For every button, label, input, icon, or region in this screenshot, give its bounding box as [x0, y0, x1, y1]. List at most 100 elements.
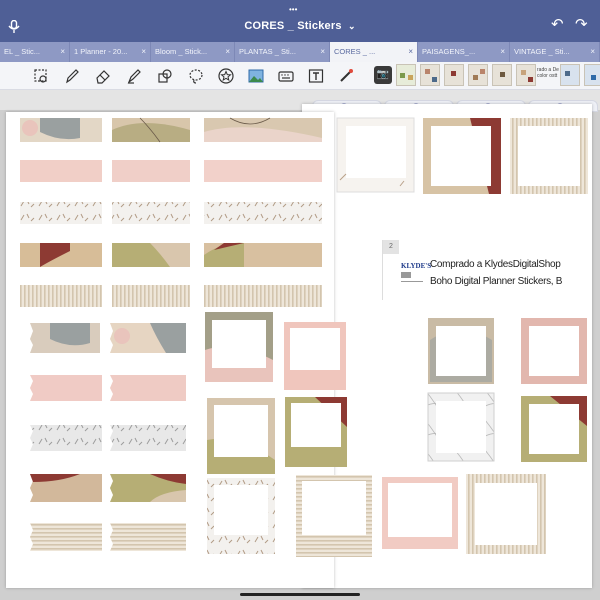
washi-tape[interactable]	[112, 160, 190, 182]
tab-vintage-stickers[interactable]: VINTAGE _ Sti... ×	[510, 42, 600, 62]
highlighter-icon[interactable]	[126, 68, 142, 84]
document-tabs: EL _ Stic... × 1 Planner - 20... × Bloom _…	[0, 42, 600, 62]
washi-tape[interactable]	[20, 118, 102, 142]
lasso-icon[interactable]	[188, 68, 204, 84]
washi-tape[interactable]	[20, 285, 102, 307]
sticker-thumbnail[interactable]	[584, 64, 600, 86]
washi-tape[interactable]	[30, 523, 102, 551]
sticker-thumbnail[interactable]	[444, 64, 464, 86]
tab-label: PLANTAS _ Sti...	[239, 47, 296, 56]
close-icon[interactable]: ×	[60, 42, 65, 62]
tab-cores-stickers[interactable]: CORES _ ... ×	[330, 42, 418, 62]
shape-icon[interactable]	[157, 68, 173, 84]
tab-plantas-stickers[interactable]: PLANTAS _ Sti... ×	[235, 42, 330, 62]
camera-icon[interactable]: 📷	[374, 66, 392, 84]
washi-tape[interactable]	[20, 243, 102, 267]
tab-planner[interactable]: 1 Planner - 20... ×	[70, 42, 151, 62]
photo-frame-sticker[interactable]	[285, 397, 347, 467]
document-title[interactable]: CORES _ Stickers ⌄	[0, 20, 600, 32]
star-sticker-icon[interactable]	[218, 68, 234, 84]
photo-frame-sticker[interactable]	[296, 475, 372, 557]
sticker-thumbnail[interactable]	[492, 64, 512, 86]
washi-tape[interactable]	[110, 375, 186, 401]
notebook-workspace: 2 KLYDE'S Comprado a KlydesDigitalShop B…	[0, 90, 600, 600]
document-title-text: CORES _ Stickers	[244, 20, 342, 32]
square-frame-sticker[interactable]	[521, 318, 587, 384]
washi-tape[interactable]	[204, 242, 322, 267]
shop-logo: KLYDE'S	[401, 262, 432, 282]
washi-tape[interactable]	[204, 202, 322, 224]
photo-frame-sticker[interactable]	[336, 117, 415, 193]
washi-tape[interactable]	[110, 323, 186, 353]
chevron-down-icon: ⌄	[347, 21, 356, 31]
square-frame-sticker[interactable]	[427, 392, 495, 462]
tab-label: CORES _ ...	[334, 47, 376, 56]
washi-tape[interactable]	[110, 425, 186, 451]
washi-tape-collection	[20, 117, 588, 557]
washi-tape[interactable]	[20, 160, 102, 182]
photo-frame-sticker[interactable]	[510, 118, 588, 194]
redo-icon[interactable]: ↷	[575, 17, 588, 32]
credit-line-2: Boho Digital Planner Stickers, B	[430, 276, 563, 287]
washi-tape[interactable]	[204, 285, 322, 307]
washi-tape[interactable]	[20, 202, 102, 224]
photo-frame-sticker[interactable]	[466, 474, 546, 554]
lasso-text-icon[interactable]	[33, 68, 49, 84]
washi-tape[interactable]	[204, 117, 322, 142]
square-frame-sticker[interactable]	[428, 318, 494, 384]
tab-bloom-stickers[interactable]: Bloom _ Stick... ×	[151, 42, 235, 62]
keyboard-icon[interactable]	[278, 68, 294, 84]
photo-frame-sticker[interactable]	[382, 477, 458, 549]
washi-tape[interactable]	[30, 375, 102, 401]
home-indicator[interactable]	[240, 593, 360, 596]
sticker-thumbnail[interactable]	[468, 64, 488, 86]
washi-tape[interactable]	[30, 323, 100, 353]
pen-icon[interactable]	[64, 68, 80, 84]
tab-label: 1 Planner - 20...	[74, 47, 128, 56]
close-icon[interactable]: ×	[408, 42, 413, 62]
tab-label: PAISAGENS_...	[422, 47, 476, 56]
sticker-thumbnail[interactable]	[420, 64, 440, 86]
title-bar: ••• CORES _ Stickers ⌄ ↶ ↷	[0, 0, 600, 42]
eraser-icon[interactable]	[95, 68, 111, 84]
tab-el-stickers[interactable]: EL _ Stic... ×	[0, 42, 70, 62]
washi-tape[interactable]	[110, 523, 186, 551]
close-icon[interactable]: ×	[590, 42, 595, 62]
close-icon[interactable]: ×	[320, 42, 325, 62]
text-box-icon[interactable]	[308, 68, 324, 84]
washi-tape[interactable]	[110, 474, 186, 502]
image-icon[interactable]	[248, 68, 264, 84]
tool-bar: 📷 rado a De color ostt	[0, 62, 600, 90]
washi-tape[interactable]	[112, 285, 190, 307]
photo-frame-sticker[interactable]	[205, 312, 273, 382]
credit-line-1: Comprado a KlydesDigitalShop	[430, 259, 561, 270]
undo-icon[interactable]: ↶	[551, 17, 564, 32]
washi-tape[interactable]	[30, 474, 102, 502]
sticker-credit-label[interactable]: 2 KLYDE'S Comprado a KlydesDigitalShop B…	[382, 240, 562, 300]
photo-frame-sticker[interactable]	[207, 398, 275, 474]
tab-label: VINTAGE _ Sti...	[514, 47, 570, 56]
photo-frame-sticker[interactable]	[284, 322, 346, 390]
close-icon[interactable]: ×	[500, 42, 505, 62]
shop-logo-mark	[401, 272, 411, 278]
tab-label: Bloom _ Stick...	[155, 47, 208, 56]
close-icon[interactable]: ×	[225, 42, 230, 62]
photo-frame-sticker[interactable]	[207, 478, 275, 554]
washi-tape[interactable]	[204, 160, 322, 182]
tab-paisagens-stickers[interactable]: PAISAGENS_... ×	[418, 42, 510, 62]
square-frame-sticker[interactable]	[521, 396, 587, 462]
sticker-thumbnail[interactable]	[560, 64, 580, 86]
sticker-thumbnail[interactable]	[516, 64, 536, 86]
thumbnail-caption: rado a De color ostt	[537, 67, 559, 79]
shop-logo-text: KLYDE'S	[401, 262, 432, 270]
page-number-badge: 2	[383, 240, 399, 254]
laser-pointer-icon[interactable]	[338, 68, 354, 84]
washi-tape[interactable]	[112, 117, 190, 143]
photo-frame-sticker[interactable]	[423, 118, 501, 194]
more-dots-icon[interactable]: •••	[289, 3, 297, 17]
sticker-thumbnail[interactable]	[396, 64, 416, 86]
washi-tape[interactable]	[112, 243, 190, 267]
washi-tape[interactable]	[30, 425, 102, 451]
close-icon[interactable]: ×	[141, 42, 146, 62]
washi-tape[interactable]	[112, 202, 190, 224]
